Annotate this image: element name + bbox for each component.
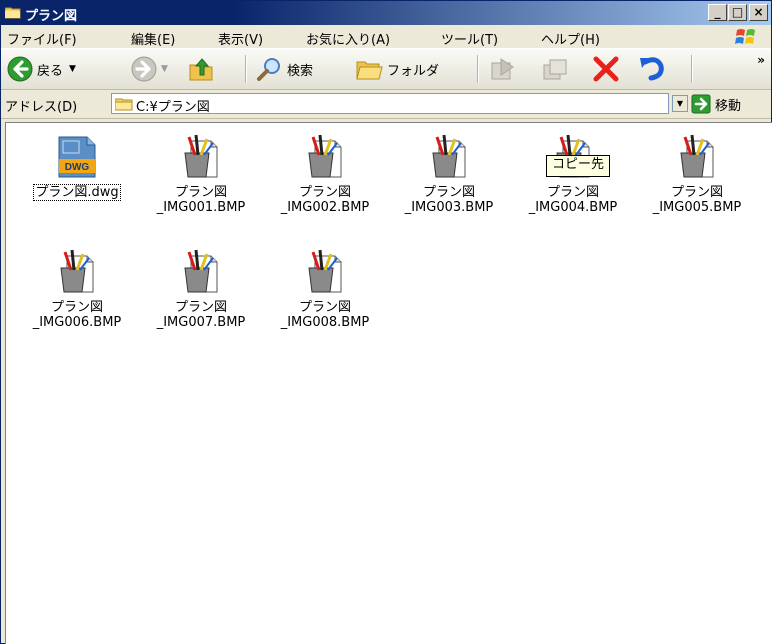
menu-view[interactable]: 表示(V) — [218, 29, 263, 48]
delete-button[interactable] — [591, 49, 621, 89]
dwg-badge-text: DWG — [65, 162, 90, 173]
paint-bmp-icon — [184, 134, 218, 178]
undo-button[interactable] — [637, 49, 667, 89]
file-name: プラン図 _IMG005.BMP — [652, 185, 742, 215]
menu-help[interactable]: ヘルプ(H) — [541, 29, 600, 48]
folder-icon — [115, 98, 133, 111]
paint-bmp-icon — [308, 249, 342, 293]
file-item[interactable]: プラン図 _IMG002.BMP — [270, 133, 380, 215]
toolbar-separator — [691, 55, 693, 83]
file-name: プラン図 _IMG003.BMP — [404, 185, 494, 215]
menu-edit[interactable]: 編集(E) — [131, 29, 175, 48]
title-bar[interactable]: プラン図 _ □ × — [1, 1, 771, 25]
window-title: プラン図 — [25, 9, 78, 24]
back-button[interactable]: 戻る ▼ — [7, 49, 76, 89]
up-folder-icon — [189, 58, 213, 81]
explorer-window: プラン図 _ □ × ファイル(F) 編集(E) 表示(V) お気に入り(A) … — [0, 0, 772, 644]
copy-to-icon — [543, 59, 567, 80]
forward-dropdown-icon[interactable]: ▼ — [161, 64, 168, 74]
back-dropdown-icon[interactable]: ▼ — [69, 64, 76, 74]
menu-favorites[interactable]: お気に入り(A) — [306, 29, 390, 48]
undo-icon — [640, 57, 664, 81]
file-name: プラン図 _IMG008.BMP — [280, 300, 370, 330]
file-item[interactable]: プラン図 _IMG005.BMP — [642, 133, 752, 215]
back-arrow-icon — [7, 56, 33, 82]
file-name: プラン図.dwg — [33, 184, 121, 201]
go-arrow-icon — [691, 94, 711, 114]
copy-to-button[interactable] — [541, 49, 569, 89]
move-to-icon — [491, 58, 514, 80]
address-input[interactable]: C:¥プラン図 — [111, 93, 669, 115]
paint-bmp-icon — [680, 134, 714, 178]
search-button[interactable]: 検索 — [255, 49, 313, 89]
paint-bmp-icon — [308, 134, 342, 178]
folders-button[interactable]: フォルダ — [355, 49, 439, 89]
forward-arrow-icon — [131, 56, 157, 82]
file-name: プラン図 _IMG006.BMP — [32, 300, 122, 330]
tooltip: コピー先 — [546, 155, 611, 177]
address-value: C:¥プラン図 — [136, 100, 210, 115]
menu-bar: ファイル(F) 編集(E) 表示(V) お気に入り(A) ツール(T) ヘルプ(… — [1, 25, 771, 49]
go-label: 移動 — [715, 98, 742, 114]
delete-x-icon — [593, 56, 619, 82]
windows-logo-icon — [735, 29, 755, 44]
file-name: プラン図 _IMG004.BMP — [528, 185, 618, 215]
folders-icon — [356, 61, 383, 80]
menu-tools[interactable]: ツール(T) — [441, 29, 498, 48]
minimize-button[interactable]: _ — [708, 4, 727, 21]
file-list-view[interactable]: DWG プラン図.dwg プラン図 _IMG001.BMP プラン図 _IMG0… — [5, 122, 772, 644]
toolbar-overflow-chevron[interactable]: » — [757, 53, 765, 67]
address-bar: アドレス(D) C:¥プラン図 ▼ 移動 — [1, 90, 771, 119]
maximize-button[interactable]: □ — [728, 4, 747, 21]
file-item[interactable]: DWG プラン図.dwg — [22, 133, 132, 201]
toolbar-separator — [477, 55, 479, 83]
address-dropdown-button[interactable]: ▼ — [672, 95, 688, 112]
up-folder-button[interactable] — [188, 49, 216, 89]
folders-label: フォルダ — [387, 63, 440, 79]
paint-bmp-icon — [184, 249, 218, 293]
file-item[interactable]: プラン図 _IMG007.BMP — [146, 248, 256, 330]
dwg-file-icon: DWG — [58, 136, 96, 178]
standard-toolbar: 戻る ▼ ▼ 検索 フォルダ » — [1, 49, 771, 90]
file-name: プラン図 _IMG001.BMP — [156, 185, 246, 215]
address-label: アドレス(D) — [5, 100, 78, 115]
search-icon — [257, 58, 280, 81]
file-name: プラン図 _IMG007.BMP — [156, 300, 246, 330]
close-button[interactable]: × — [749, 4, 768, 21]
file-item[interactable]: プラン図 _IMG008.BMP — [270, 248, 380, 330]
file-item[interactable]: プラン図 _IMG003.BMP — [394, 133, 504, 215]
back-label: 戻る — [37, 63, 64, 79]
forward-button[interactable]: ▼ — [131, 49, 168, 89]
file-item[interactable]: プラン図 _IMG006.BMP — [22, 248, 132, 330]
menu-file[interactable]: ファイル(F) — [7, 29, 77, 48]
toolbar-separator — [245, 55, 247, 83]
paint-bmp-icon — [60, 249, 94, 293]
file-name: プラン図 _IMG002.BMP — [280, 185, 370, 215]
file-item[interactable]: プラン図 _IMG001.BMP — [146, 133, 256, 215]
paint-bmp-icon — [432, 134, 466, 178]
search-label: 検索 — [287, 63, 314, 79]
move-to-button[interactable] — [489, 49, 517, 89]
go-button[interactable]: 移動 — [691, 94, 741, 114]
folder-icon — [5, 7, 21, 19]
